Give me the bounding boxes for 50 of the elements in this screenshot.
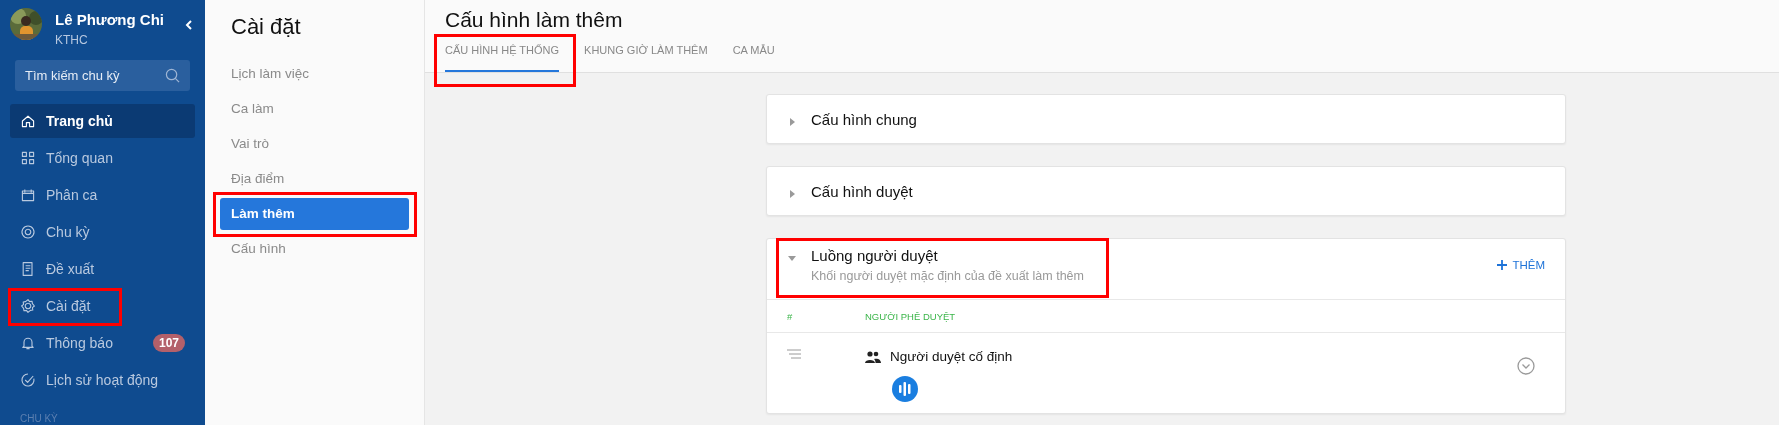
notification-count: 107 <box>152 334 185 352</box>
plus-icon <box>1497 260 1508 270</box>
section-title[interactable]: Luồng người duyệt <box>811 247 1084 264</box>
nav-item[interactable]: Tổng quan <box>10 141 195 175</box>
settings-item[interactable]: Vai trò <box>205 136 269 151</box>
section-subtitle: Khối người duyệt mặc định của đề xuất làm thêm <box>811 269 1084 283</box>
search-icon <box>165 68 180 83</box>
tab[interactable]: CA MẪU <box>732 38 775 72</box>
home-icon <box>20 113 36 129</box>
caret-right-icon[interactable] <box>787 116 797 127</box>
approver-name: Người duyệt cố định <box>890 349 1013 364</box>
drag-handle-icon[interactable] <box>787 349 801 359</box>
nav-item[interactable]: Lịch sử hoạt động <box>10 363 195 397</box>
team-name: KTHC <box>55 33 89 47</box>
check-icon <box>20 372 36 388</box>
section-title[interactable]: Cấu hình chung <box>811 110 917 128</box>
page-title: Cấu hình làm thêm <box>445 8 624 32</box>
chevron-down-circle-icon[interactable] <box>1517 357 1535 375</box>
nav-item[interactable]: Thông báo 107 <box>10 326 195 360</box>
settings-item[interactable]: Lịch làm việc <box>205 66 310 81</box>
settings-item[interactable]: Làm thêm <box>220 197 409 230</box>
caret-down-icon[interactable] <box>787 253 797 263</box>
user-name: Lê Phương Chi <box>55 11 166 28</box>
settings-item[interactable]: Cấu hình <box>205 241 286 256</box>
nav-item[interactable]: Phân ca <box>10 178 195 212</box>
column-header: # <box>786 310 794 322</box>
calendar-icon <box>20 187 36 203</box>
column-header: NGƯỜI PHÊ DUYỆT <box>865 310 956 322</box>
section-title[interactable]: Cấu hình duyệt <box>811 182 913 200</box>
doc-icon <box>20 261 36 277</box>
nav-item[interactable]: Chu kỳ <box>10 215 195 249</box>
chevron-left-icon[interactable] <box>185 20 193 30</box>
caret-right-icon[interactable] <box>787 188 797 199</box>
tab[interactable]: CẤU HÌNH HỆ THỐNG <box>445 38 560 72</box>
panel-title: Cài đặt <box>231 14 302 40</box>
ring-icon <box>20 224 36 240</box>
nav-item[interactable]: Đề xuất <box>10 252 195 286</box>
section-label: CHU KỲ <box>20 413 58 424</box>
search-field[interactable]: Tìm kiếm chu kỳ <box>15 60 190 91</box>
nav-item[interactable]: Cài đặt <box>10 289 195 323</box>
bell-icon <box>20 335 36 351</box>
gear-icon <box>20 298 36 314</box>
settings-item[interactable]: Địa điểm <box>205 171 285 186</box>
add-button[interactable]: THÊM <box>1497 255 1545 275</box>
grid-icon <box>20 150 36 166</box>
people-icon <box>865 350 881 363</box>
tab[interactable]: KHUNG GIỜ LÀM THÊM <box>584 38 708 72</box>
app-logo-icon <box>892 376 918 402</box>
settings-item[interactable]: Ca làm <box>205 101 274 116</box>
nav-item[interactable]: Trang chủ <box>10 104 195 138</box>
